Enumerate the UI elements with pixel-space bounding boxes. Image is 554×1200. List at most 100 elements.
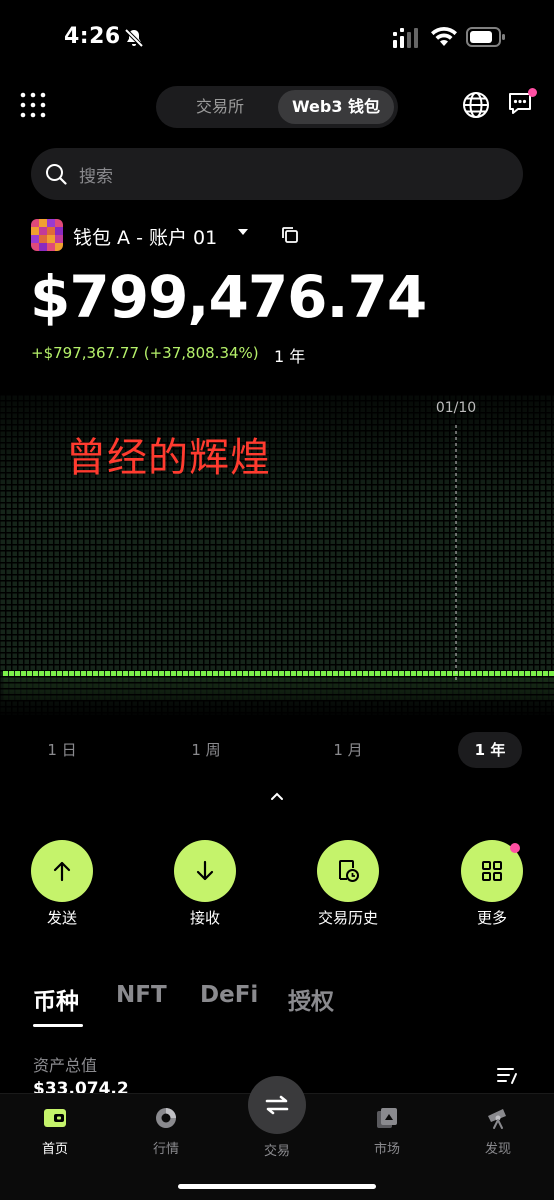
history-button[interactable]: 交易历史: [316, 840, 380, 928]
chart-point: [249, 671, 254, 676]
exchange-wallet-switch: 交易所 Web3 钱包: [156, 86, 398, 128]
chart-point: [477, 671, 482, 676]
arrow-up-icon: [53, 861, 71, 882]
chart-point: [63, 671, 68, 676]
nav-discover[interactable]: 发现: [468, 1106, 528, 1157]
chevron-up-icon[interactable]: [270, 791, 284, 801]
chart-point: [435, 671, 440, 676]
chart-point: [99, 671, 104, 676]
chart-point: [9, 671, 14, 676]
nav-market[interactable]: 行情: [136, 1106, 196, 1157]
chart-point: [327, 671, 332, 676]
chart-point: [3, 671, 8, 676]
search-placeholder: 搜索: [79, 167, 113, 187]
range-tab-1m[interactable]: 1 月: [320, 732, 376, 768]
chart-point: [273, 671, 278, 676]
tab-defi[interactable]: DeFi: [200, 982, 258, 1008]
message-button[interactable]: [507, 88, 537, 121]
chart-point: [117, 671, 122, 676]
notification-dot: [528, 88, 537, 97]
arrow-down-icon: [196, 860, 214, 881]
notification-dot: [510, 843, 520, 853]
chart-point: [519, 671, 524, 676]
chart-point: [351, 671, 356, 676]
tab-exchange[interactable]: 交易所: [164, 90, 276, 124]
chart-point: [375, 671, 380, 676]
more-button[interactable]: 更多: [460, 840, 524, 928]
send-button[interactable]: 发送: [30, 840, 94, 928]
chart-point: [81, 671, 86, 676]
chart-point: [333, 671, 338, 676]
change-period: 1 年: [274, 347, 306, 366]
chart-point: [267, 671, 272, 676]
chart-point: [201, 671, 206, 676]
chart-point: [129, 671, 134, 676]
history-icon: [339, 860, 359, 882]
chart-point: [483, 671, 488, 676]
marketplace-icon: [377, 1108, 397, 1128]
nav-trade-button[interactable]: [248, 1076, 306, 1134]
total-balance: $799,476.74: [30, 263, 427, 331]
chart-point: [177, 671, 182, 676]
chart-point: [171, 671, 176, 676]
chart-point: [459, 671, 464, 676]
chart-point: [231, 671, 236, 676]
chart-point: [471, 671, 476, 676]
chart-point: [525, 671, 530, 676]
chart-point: [531, 671, 536, 676]
total-assets-value: $33,074.2: [33, 1079, 129, 1094]
grid-more-icon: [482, 861, 502, 881]
nav-marketplace[interactable]: 市场: [357, 1106, 417, 1157]
telescope-icon: [488, 1109, 506, 1129]
nav-home[interactable]: 首页: [25, 1106, 85, 1157]
chart-point: [501, 671, 506, 676]
chart-point: [213, 671, 218, 676]
bell-muted-icon: [124, 28, 144, 48]
chart-point: [417, 671, 422, 676]
tab-tokens[interactable]: 币种: [33, 982, 79, 1016]
tab-approvals[interactable]: 授权: [288, 982, 334, 1016]
chart-point: [183, 671, 188, 676]
status-time: 4:26: [64, 24, 121, 49]
history-label: 交易历史: [317, 909, 378, 927]
chart-point: [357, 671, 362, 676]
apps-grid-icon[interactable]: [20, 92, 46, 118]
chart-point: [297, 671, 302, 676]
more-label: 更多: [476, 909, 507, 927]
chart-point: [165, 671, 170, 676]
nav-home-label: 首页: [41, 1142, 68, 1157]
send-label: 发送: [46, 909, 77, 927]
chart-point: [393, 671, 398, 676]
chart-point: [135, 671, 140, 676]
chart-point: [279, 671, 284, 676]
chart-point: [207, 671, 212, 676]
range-tab-1w[interactable]: 1 周: [178, 732, 234, 768]
globe-icon[interactable]: [462, 91, 490, 119]
account-name[interactable]: 钱包 A - 账户 01: [73, 223, 217, 250]
chart-point: [411, 671, 416, 676]
copy-icon[interactable]: [281, 226, 299, 244]
chart-point: [315, 671, 320, 676]
tab-nft[interactable]: NFT: [116, 982, 167, 1008]
chart-point: [399, 671, 404, 676]
active-tab-indicator: [33, 1024, 83, 1027]
chart-point: [291, 671, 296, 676]
status-bar: 4:26: [0, 22, 554, 54]
chart-annotation: 曾经的辉煌: [66, 435, 271, 481]
chart-point: [405, 671, 410, 676]
chart-marker-label: 01/10: [436, 400, 476, 416]
receive-button[interactable]: 接收: [173, 840, 237, 928]
chart-point: [195, 671, 200, 676]
chart-point: [93, 671, 98, 676]
chart-point: [33, 671, 38, 676]
wifi-icon: [431, 26, 457, 46]
search-bar[interactable]: 搜索: [31, 148, 523, 200]
range-tab-1d[interactable]: 1 日: [36, 732, 88, 768]
chevron-down-icon[interactable]: [238, 229, 248, 235]
chart-point: [57, 671, 62, 676]
tab-web3-wallet[interactable]: Web3 钱包: [278, 90, 394, 124]
sort-filter-icon[interactable]: [496, 1065, 520, 1087]
chart-point: [489, 671, 494, 676]
wallet-avatar[interactable]: [31, 219, 63, 251]
range-tab-1y[interactable]: 1 年: [458, 732, 522, 768]
